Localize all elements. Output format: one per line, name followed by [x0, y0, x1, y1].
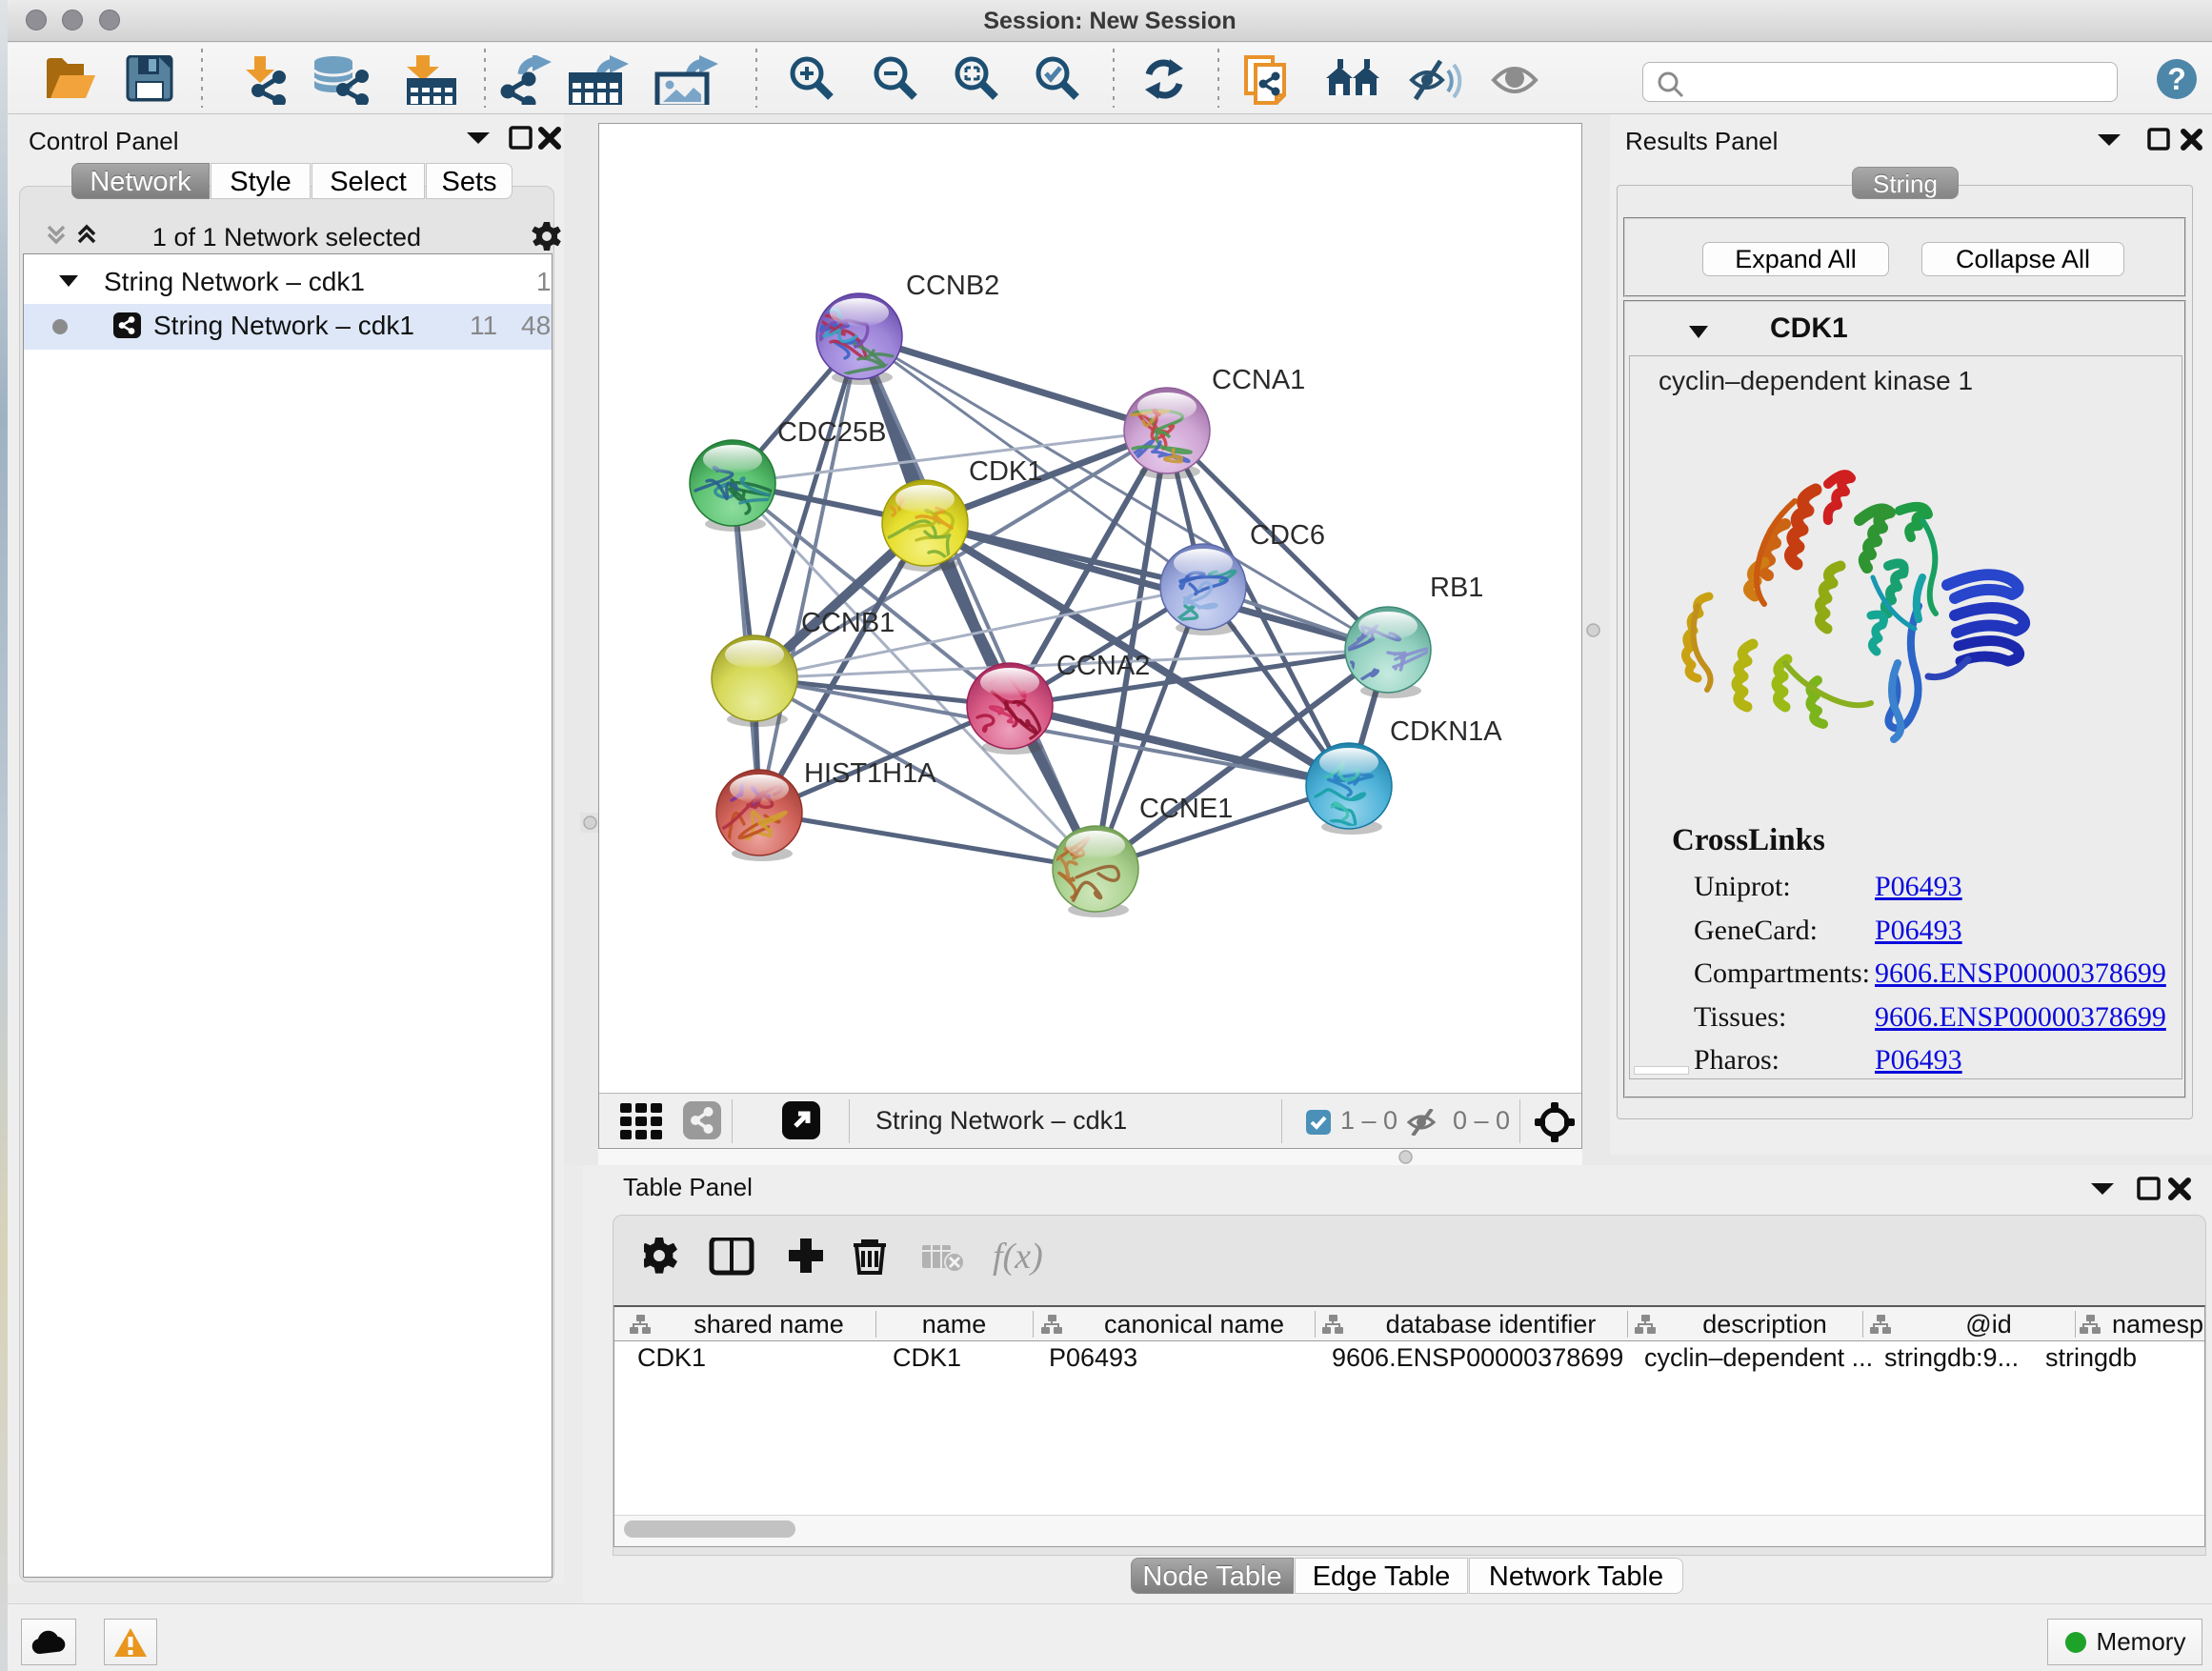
- svg-text:RB1: RB1: [1430, 573, 1483, 603]
- svg-text:HIST1H1A: HIST1H1A: [804, 758, 936, 789]
- svg-text:f(x): f(x): [993, 1238, 1043, 1276]
- svg-text:CDC25B: CDC25B: [777, 417, 886, 448]
- svg-text:?: ?: [2167, 62, 2186, 96]
- svg-text:CCNE1: CCNE1: [1139, 794, 1233, 824]
- svg-text:CCNB1: CCNB1: [801, 608, 895, 638]
- svg-text:CCNB2: CCNB2: [906, 271, 999, 301]
- svg-text:CDK1: CDK1: [969, 456, 1042, 487]
- svg-text:CDKN1A: CDKN1A: [1390, 716, 1502, 747]
- svg-text:CCNA1: CCNA1: [1212, 365, 1305, 395]
- svg-text:CDC6: CDC6: [1250, 520, 1325, 551]
- svg-text:CCNA2: CCNA2: [1056, 651, 1150, 681]
